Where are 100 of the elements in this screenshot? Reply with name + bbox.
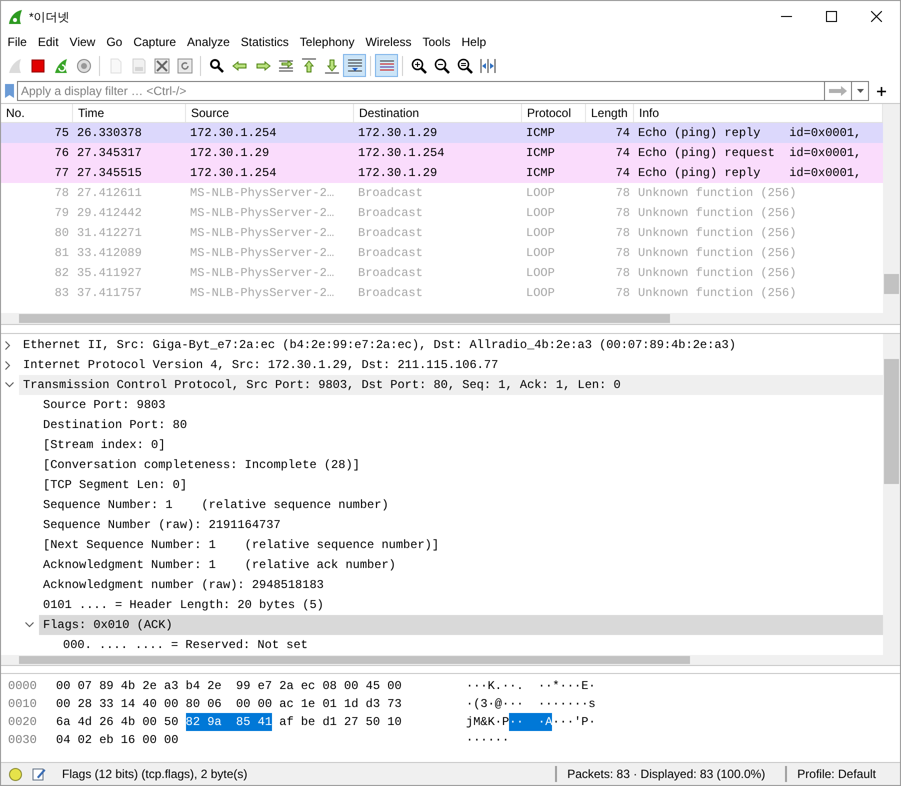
- table-cell-text: Unknown function (256): [637, 225, 798, 242]
- menu-item[interactable]: File: [2, 33, 32, 51]
- resize-columns-icon: [480, 58, 496, 74]
- ascii-text: ······: [466, 732, 510, 749]
- vertical-scrollbar[interactable]: [883, 334, 900, 655]
- byte-offset: 0030: [7, 732, 38, 749]
- colored-lines-icon: [378, 58, 394, 74]
- table-cell-text: Echo (ping) request id=0x0001,: [637, 145, 862, 162]
- dropdown-button[interactable]: [851, 81, 869, 101]
- arrow-lines-icon: [278, 58, 294, 74]
- table-cell-text: 172.30.1.29: [189, 145, 270, 162]
- close-icon[interactable]: [871, 11, 882, 22]
- table-cell-text: Unknown function (256): [637, 285, 798, 302]
- horizontal-scrollbar[interactable]: [1, 313, 900, 324]
- table-cell-text: 78: [614, 265, 631, 282]
- table-cell-text: 172.30.1.29: [357, 165, 438, 182]
- save-icon: [130, 58, 146, 74]
- autoscroll-icon: [346, 58, 362, 74]
- tree-item[interactable]: Transmission Control Protocol, Src Port: 9803, Dst Port: 80, Seq: 1, Ack: 1, Len: 0: [19, 375, 883, 395]
- table-cell-text: 27.345515: [76, 165, 143, 182]
- table-cell-text: Broadcast: [357, 265, 424, 282]
- table-cell-text: MS-NLB-PhysServer-2…: [189, 245, 336, 262]
- column-header[interactable]: Destination: [354, 104, 522, 122]
- table-cell-text: 83: [54, 285, 70, 302]
- column-header[interactable]: Length: [586, 104, 634, 122]
- table-cell-text: LOOP: [525, 265, 556, 282]
- table-cell-text: 78: [614, 245, 631, 262]
- menu-item[interactable]: Telephony: [294, 33, 360, 51]
- menu-item[interactable]: Edit: [32, 33, 64, 51]
- byte-offset: 0000: [7, 678, 38, 695]
- caret-icon: [856, 89, 864, 93]
- gear-icon: [76, 58, 92, 74]
- table-cell-text: LOOP: [525, 285, 556, 302]
- apply-button[interactable]: [825, 81, 851, 101]
- colored-lines-button[interactable]: [375, 54, 398, 77]
- table-cell-text: 31.412271: [76, 225, 143, 242]
- ascii-text: ···K.··. ··*···E·: [466, 678, 596, 695]
- table-cell-text: ICMP: [525, 165, 556, 182]
- hex-bytes: 00 28 33 14 40 00 80 06 00 00 ac 1e 01 1d d3 73: [56, 696, 402, 713]
- table-cell-text: MS-NLB-PhysServer-2…: [189, 185, 336, 202]
- stop-icon: [30, 58, 46, 74]
- table-cell-text: 78: [614, 185, 631, 202]
- tree-item[interactable]: Flags: 0x010 (ACK): [39, 615, 883, 635]
- table-cell-text: Echo (ping) reply id=0x0001,: [637, 165, 862, 182]
- packet-row[interactable]: 76 27.345317 172.30.1.29 172.30.1.254 ICMP 74 Echo (ping) request id=0x0001,: [1, 143, 883, 163]
- reload-icon: [176, 58, 192, 74]
- table-cell-text: 172.30.1.29: [357, 125, 438, 142]
- app-logo-icon: [7, 8, 23, 24]
- menu-item[interactable]: Capture: [128, 33, 182, 51]
- packet-row[interactable]: 77 27.345515 172.30.1.254 172.30.1.29 ICMP 74 Echo (ping) reply id=0x0001,: [1, 163, 883, 183]
- pencil-icon[interactable]: [32, 767, 46, 781]
- table-cell-text: 35.411927: [76, 265, 143, 282]
- table-cell-text: LOOP: [525, 245, 556, 262]
- menu-item[interactable]: View: [64, 33, 101, 51]
- menu-item[interactable]: Go: [100, 33, 128, 51]
- table-cell-text: MS-NLB-PhysServer-2…: [189, 205, 336, 222]
- menu-item[interactable]: Analyze: [182, 33, 236, 51]
- filter-field[interactable]: Apply a display filter … <Ctrl-/>: [17, 81, 825, 101]
- table-cell-text: 82: [54, 265, 70, 282]
- table-cell-text: LOOP: [525, 205, 556, 222]
- column-header[interactable]: No.: [1, 104, 73, 122]
- hex-bytes: 6a 4d 26 4b 00 50: [56, 714, 180, 731]
- bookmark-icon[interactable]: [4, 83, 15, 99]
- ascii-text: ·· ·A: [509, 713, 552, 731]
- restart-icon: [52, 58, 68, 74]
- table-cell-text: Echo (ping) reply id=0x0001,: [637, 125, 862, 142]
- maximize-icon[interactable]: [826, 11, 837, 22]
- table-cell-text: 78: [614, 285, 631, 302]
- plus-icon[interactable]: [877, 86, 886, 96]
- vertical-scrollbar[interactable]: [883, 104, 900, 313]
- table-cell-text: 26.330378: [76, 125, 143, 142]
- table-cell-text: Unknown function (256): [637, 205, 798, 222]
- hex-bytes: af be d1 27 50 10: [278, 714, 402, 731]
- right-arrow-icon: [828, 86, 848, 96]
- column-header[interactable]: Source: [186, 104, 354, 122]
- table-cell-text: 76: [54, 145, 70, 162]
- table-cell-text: 74: [614, 145, 631, 162]
- table-cell-text: MS-NLB-PhysServer-2…: [189, 265, 336, 282]
- horizontal-scrollbar[interactable]: [1, 655, 900, 665]
- table-cell-text: Broadcast: [357, 205, 424, 222]
- zoom-reset-icon: [456, 58, 472, 74]
- column-header[interactable]: Time: [73, 104, 186, 122]
- menu-item[interactable]: Tools: [417, 33, 456, 51]
- zoom-out-icon: [434, 58, 450, 74]
- menu-item[interactable]: Wireless: [360, 33, 417, 51]
- packet-row[interactable]: 75 26.330378 172.30.1.254 172.30.1.29 ICMP 74 Echo (ping) reply id=0x0001,: [1, 123, 883, 143]
- column-header[interactable]: Protocol: [522, 104, 586, 122]
- window-title: *이더넷: [29, 8, 70, 26]
- table-cell-text: ICMP: [525, 145, 556, 162]
- table-cell-text: 79: [54, 205, 70, 222]
- table-cell-text: 33.412089: [76, 245, 143, 262]
- table-cell-text: 78: [614, 225, 631, 242]
- menu-item[interactable]: Help: [456, 33, 492, 51]
- table-cell-text: LOOP: [525, 225, 556, 242]
- menu-item[interactable]: Statistics: [235, 33, 294, 51]
- table-cell-text: 74: [614, 165, 631, 182]
- fin-icon: [6, 58, 22, 74]
- status-light-icon[interactable]: [9, 768, 22, 780]
- autoscroll-button[interactable]: [343, 54, 366, 77]
- table-cell-text: 172.30.1.254: [189, 125, 278, 142]
